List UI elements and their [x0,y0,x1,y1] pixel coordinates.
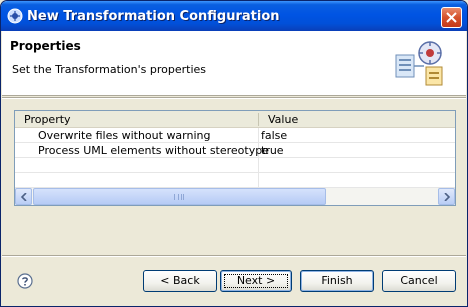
horizontal-scrollbar[interactable] [15,188,455,205]
title-bar[interactable]: New Transformation Configuration [1,1,467,31]
wizard-banner-icon [395,41,443,86]
grip-icon [174,194,184,200]
column-divider[interactable] [258,113,259,126]
table-row[interactable]: Process UML elements without stereotype … [15,143,455,158]
wizard-header: Properties Set the Transformation's prop… [2,31,466,96]
property-cell: Overwrite files without warning [38,129,211,142]
table-row-empty [15,173,455,188]
close-button[interactable] [441,7,462,28]
finish-button[interactable]: Finish [300,270,374,292]
scroll-thumb[interactable] [33,188,326,205]
separator [2,255,466,257]
table-row-empty [15,158,455,173]
eclipse-app-icon [7,8,23,24]
table-header: Property Value [15,111,455,128]
focus-ring [224,274,288,288]
window-title: New Transformation Configuration [27,9,280,24]
chevron-left-icon [20,193,27,201]
separator [2,97,466,99]
column-header-value[interactable]: Value [268,113,298,126]
column-header-property[interactable]: Property [24,113,71,126]
properties-table[interactable]: Property Value Overwrite files without w… [14,110,456,206]
scroll-right-button[interactable] [438,188,455,205]
page-title: Properties [10,39,81,53]
help-icon[interactable] [17,273,33,289]
value-cell[interactable]: false [261,129,287,142]
dialog-window: New Transformation Configuration Propert… [0,0,468,307]
property-cell: Process UML elements without stereotype [38,144,269,157]
cancel-button[interactable]: Cancel [382,270,456,292]
back-button[interactable]: < Back [143,270,217,292]
chevron-right-icon [444,193,451,201]
scroll-left-button[interactable] [15,188,32,205]
next-button[interactable]: Next > [220,270,292,292]
table-row[interactable]: Overwrite files without warning false [15,128,455,143]
close-icon [446,12,457,23]
value-cell[interactable]: true [261,144,284,157]
page-description: Set the Transformation's properties [12,63,207,76]
